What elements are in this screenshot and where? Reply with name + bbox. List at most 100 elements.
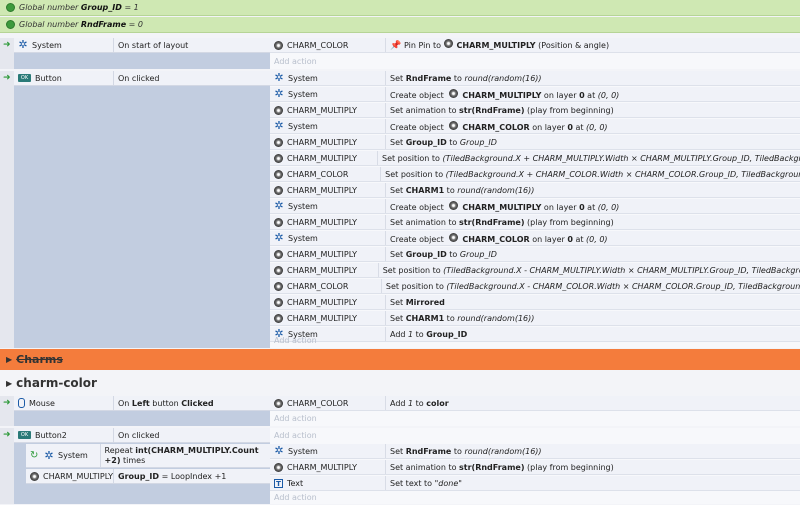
mouse-icon bbox=[18, 398, 25, 408]
action-row[interactable]: ✲ System Create object CHARM_COLOR on lay… bbox=[270, 119, 800, 134]
action-row[interactable]: ✲ System Set RndFrame to round(random(16)… bbox=[270, 444, 800, 459]
action-row[interactable]: ✲ System Create object CHARM_COLOR on lay… bbox=[270, 231, 800, 246]
sprite-icon bbox=[274, 40, 283, 50]
sprite-icon bbox=[274, 249, 283, 259]
gear-icon: ✲ bbox=[274, 199, 284, 212]
sprite-icon bbox=[274, 462, 283, 472]
action-text: Set Group_ID to Group_ID bbox=[390, 249, 497, 259]
action-row[interactable]: CHARM_MULTIPLY Set Group_ID to Group_ID bbox=[270, 135, 800, 150]
action-row[interactable]: CHARM_COLOR Add 1 to color bbox=[270, 396, 800, 411]
action-object: System bbox=[288, 73, 318, 83]
global-var-prefix: Global number bbox=[19, 20, 79, 29]
action-object: CHARM_MULTIPLY bbox=[287, 153, 357, 163]
condition-object: Button bbox=[35, 73, 62, 83]
condition-row[interactable]: ✲ System On start of layout bbox=[14, 38, 270, 53]
action-row[interactable]: CHARM_COLOR 📌 Pin Pin to CHARM_MULTIPLY (… bbox=[270, 38, 800, 53]
action-object: CHARM_MULTIPLY bbox=[287, 297, 357, 307]
sprite-icon bbox=[274, 313, 283, 323]
sprite-icon bbox=[274, 297, 283, 307]
action-row[interactable]: CHARM_MULTIPLY Set position to (TiledBac… bbox=[270, 151, 800, 166]
action-object: CHARM_MULTIPLY bbox=[287, 185, 357, 195]
condition-object: Mouse bbox=[29, 398, 55, 408]
sprite-icon bbox=[449, 232, 459, 242]
loop-icon: ↻ bbox=[30, 449, 39, 461]
event-arrow-icon: ➜ bbox=[3, 73, 11, 83]
button-object-icon: OK bbox=[18, 74, 31, 82]
action-row[interactable]: ✲ System Set RndFrame to round(random(16)… bbox=[270, 71, 800, 86]
event-start-of-layout[interactable]: ➜ ✲ System On start of layout CHARM_COLOR… bbox=[0, 38, 800, 69]
group-title: Charms bbox=[16, 353, 63, 366]
global-var-group-id[interactable]: Global number Group_ID = 1 bbox=[0, 0, 800, 16]
action-object: CHARM_COLOR bbox=[287, 40, 349, 50]
add-action-link[interactable]: Add action bbox=[270, 411, 800, 426]
action-text: Set Group_ID to Group_ID bbox=[390, 137, 497, 147]
sprite-icon bbox=[274, 153, 283, 163]
action-row[interactable]: CHARM_COLOR Set position to (TiledBackgr… bbox=[270, 279, 800, 294]
sprite-icon bbox=[30, 471, 39, 481]
action-row[interactable]: CHARM_MULTIPLY Set CHARM1 to round(rando… bbox=[270, 311, 800, 326]
action-object: System bbox=[288, 446, 318, 456]
condition-row[interactable]: Mouse On Left button Clicked bbox=[14, 396, 270, 411]
sprite-icon bbox=[274, 398, 283, 408]
action-row[interactable]: CHARM_MULTIPLY Set Group_ID to Group_ID bbox=[270, 247, 800, 262]
action-object: System bbox=[288, 121, 318, 131]
sprite-icon bbox=[274, 265, 283, 275]
action-row[interactable]: CHARM_MULTIPLY Set CHARM1 to round(rando… bbox=[270, 183, 800, 198]
action-row[interactable]: CHARM_MULTIPLY Set animation to str(RndF… bbox=[270, 103, 800, 118]
subevent-condition-row[interactable]: CHARM_MULTIPLY Group_ID = LoopIndex +1 bbox=[26, 469, 270, 484]
group-title: charm-color bbox=[16, 376, 97, 390]
condition-text: Group_ID = LoopIndex +1 bbox=[118, 471, 227, 481]
action-row[interactable]: CHARM_MULTIPLY Set animation to str(RndF… bbox=[270, 460, 800, 475]
group-charms[interactable]: ▶ Charms bbox=[0, 349, 800, 370]
action-row[interactable]: ✲ System Create object CHARM_MULTIPLY on … bbox=[270, 87, 800, 102]
action-text: Create object CHARM_COLOR on layer 0 at … bbox=[390, 120, 608, 132]
action-row[interactable]: CHARM_MULTIPLY Set position to (TiledBac… bbox=[270, 263, 800, 278]
add-action-link[interactable]: Add action bbox=[270, 333, 800, 348]
gear-icon: ✲ bbox=[44, 448, 54, 462]
condition-object: System bbox=[58, 451, 88, 460]
expand-triangle-icon[interactable]: ▶ bbox=[6, 355, 12, 364]
sprite-icon bbox=[274, 185, 283, 195]
gear-icon: ✲ bbox=[274, 71, 284, 84]
action-text: Set RndFrame to round(random(16)) bbox=[390, 446, 542, 456]
action-text: Set Mirrored bbox=[390, 297, 445, 307]
action-object: System bbox=[288, 201, 318, 211]
sprite-icon bbox=[443, 39, 453, 48]
event-button2-clicked[interactable]: ➜ OK Button2 On clicked Add action ↻ ✲ Syst… bbox=[0, 428, 800, 504]
action-text: Create object CHARM_MULTIPLY on layer 0 … bbox=[390, 88, 620, 100]
action-text: Set RndFrame to round(random(16)) bbox=[390, 73, 542, 83]
subevent-condition-row[interactable]: ↻ ✲ System Repeat int(CHARM_MULTIPLY.Count… bbox=[26, 444, 270, 468]
action-text: Set animation to str(RndFrame) (play fro… bbox=[390, 105, 614, 115]
action-row[interactable]: CHARM_MULTIPLY Set Mirrored bbox=[270, 295, 800, 310]
add-action-link[interactable]: Add action bbox=[270, 490, 800, 505]
action-object: CHARM_MULTIPLY bbox=[287, 105, 357, 115]
condition-row[interactable]: OK Button2 On clicked bbox=[14, 428, 270, 443]
condition-text: On start of layout bbox=[118, 40, 189, 50]
action-row[interactable]: CHARM_MULTIPLY Set animation to str(RndF… bbox=[270, 215, 800, 230]
condition-row[interactable]: OK Button On clicked bbox=[14, 71, 270, 86]
add-action-link[interactable]: Add action bbox=[270, 54, 800, 69]
action-text: 📌 Pin Pin to CHARM_MULTIPLY (Position & a… bbox=[390, 39, 610, 51]
action-object: CHARM_COLOR bbox=[287, 169, 349, 179]
action-text: Set position to (TiledBackground.X - CHA… bbox=[385, 281, 800, 291]
action-row[interactable]: T Text Set text to "done" bbox=[270, 476, 800, 491]
globe-icon bbox=[6, 20, 15, 29]
action-text: Add 1 to color bbox=[390, 398, 449, 408]
group-charm-color[interactable]: ▶ charm-color bbox=[0, 372, 800, 394]
action-row[interactable]: ✲ System Create object CHARM_MULTIPLY on … bbox=[270, 199, 800, 214]
action-object: CHARM_MULTIPLY bbox=[287, 217, 357, 227]
event-arrow-icon: ➜ bbox=[3, 40, 11, 50]
sprite-icon bbox=[274, 169, 283, 179]
event-button-clicked[interactable]: ➜ OK Button On clicked ✲ System Set RndFra… bbox=[0, 71, 800, 348]
expand-triangle-icon[interactable]: ▶ bbox=[6, 379, 12, 388]
global-var-prefix: Global number bbox=[19, 3, 79, 12]
action-object: System bbox=[288, 89, 318, 99]
action-object: System bbox=[288, 233, 318, 243]
sprite-icon bbox=[274, 105, 283, 115]
add-action-link[interactable]: Add action bbox=[270, 428, 800, 443]
event-mouse-left-click[interactable]: ➜ Mouse On Left button Clicked CHARM_COL… bbox=[0, 396, 800, 426]
sprite-icon bbox=[449, 120, 459, 130]
action-row[interactable]: CHARM_COLOR Set position to (TiledBackgr… bbox=[270, 167, 800, 182]
sprite-icon bbox=[449, 88, 459, 98]
global-var-rndframe[interactable]: Global number RndFrame = 0 bbox=[0, 17, 800, 33]
